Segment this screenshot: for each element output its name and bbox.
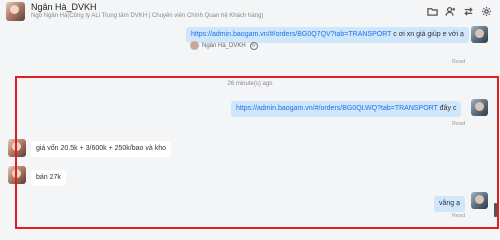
my-avatar (471, 26, 488, 43)
read-receipt: Read (452, 59, 466, 65)
mention-remove-icon[interactable]: ⟳ (249, 41, 258, 50)
contact-subtitle: Ngô Ngân Hà(Công ty ALi Trung tâm DVKH |… (31, 13, 264, 19)
mention-avatar (190, 41, 199, 50)
scrollbar[interactable] (494, 203, 497, 217)
contact-avatar (8, 139, 26, 157)
read-receipt: Read (452, 121, 466, 127)
chat-header: Ngân Hà_DVKH Ngô Ngân Hà(Công ty ALi Tru… (0, 0, 500, 24)
message-text: đây c (437, 105, 457, 112)
outgoing-message-3: vâng ạ (434, 196, 466, 212)
mention-tag: Ngân Hà_DVKH ⟳ (190, 41, 258, 50)
message-timestamp: 26 minute(s) ago (227, 81, 273, 87)
order-link-2[interactable]: https://admin.baogam.vn/#/orders/BG0QLWQ… (236, 105, 438, 112)
contact-name[interactable]: Ngân Hà_DVKH (31, 2, 97, 12)
mention-name: Ngân Hà_DVKH (202, 42, 246, 49)
contact-avatar[interactable] (6, 2, 25, 21)
incoming-message-2: bán 27k (31, 170, 66, 186)
header-actions (425, 4, 493, 18)
incoming-message-1: giá vốn 20.5k + 3/600k + 250k/bao và kho (31, 141, 171, 157)
message-text: c ơi xn giá giúp e với ạ (391, 31, 464, 38)
order-link-1[interactable]: https://admin.baogam.vn/#/orders/BG0Q7QV… (191, 31, 391, 38)
transfer-icon[interactable] (461, 4, 475, 18)
my-avatar (471, 99, 488, 116)
folder-icon[interactable] (425, 4, 439, 18)
my-avatar (471, 192, 488, 209)
settings-icon[interactable] (479, 4, 493, 18)
add-user-icon[interactable] (443, 4, 457, 18)
read-receipt: Read (452, 213, 466, 219)
outgoing-message-2: https://admin.baogam.vn/#/orders/BG0QLWQ… (231, 101, 462, 117)
contact-avatar (8, 166, 26, 184)
